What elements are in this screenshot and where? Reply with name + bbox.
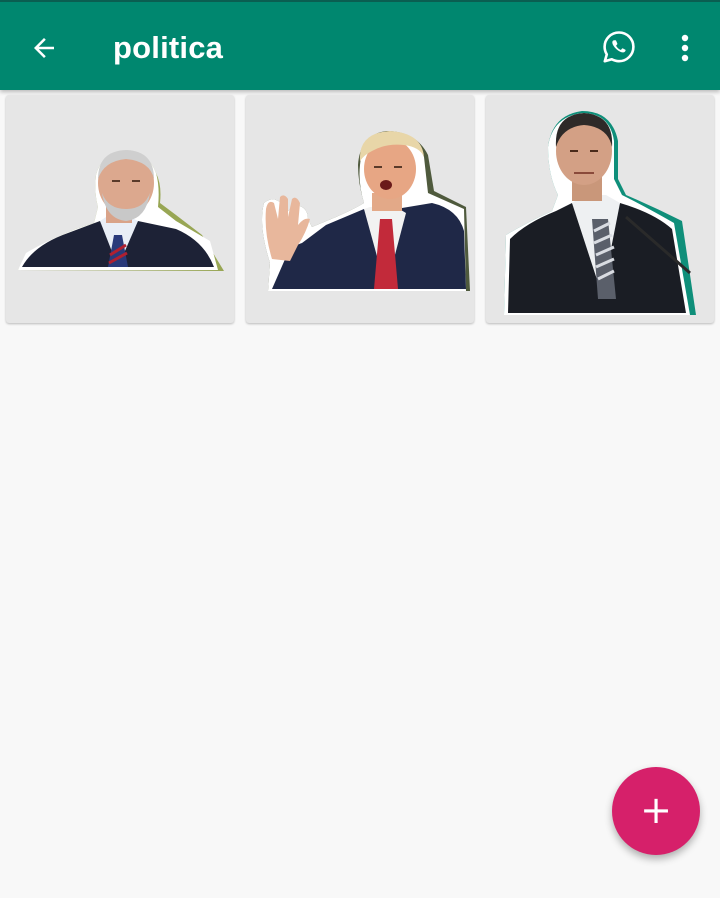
sticker-image-1 [18, 150, 224, 271]
add-sticker-fab[interactable]: + [612, 767, 700, 855]
back-button[interactable] [20, 26, 68, 70]
app-bar: politica [0, 0, 720, 90]
sticker-tile-3[interactable] [486, 95, 714, 323]
sticker-image-3 [504, 111, 696, 315]
page-title: politica [113, 30, 224, 65]
whatsapp-button[interactable] [596, 24, 642, 70]
whatsapp-icon [603, 31, 635, 63]
arrow-left-icon [34, 38, 54, 58]
more-vert-icon [681, 34, 689, 62]
sticker-image-2 [262, 131, 470, 291]
more-options-button[interactable] [666, 26, 704, 70]
sticker-tile-1[interactable] [6, 95, 234, 323]
sticker-tile-2[interactable] [246, 95, 474, 323]
add-icon: + [640, 787, 672, 832]
